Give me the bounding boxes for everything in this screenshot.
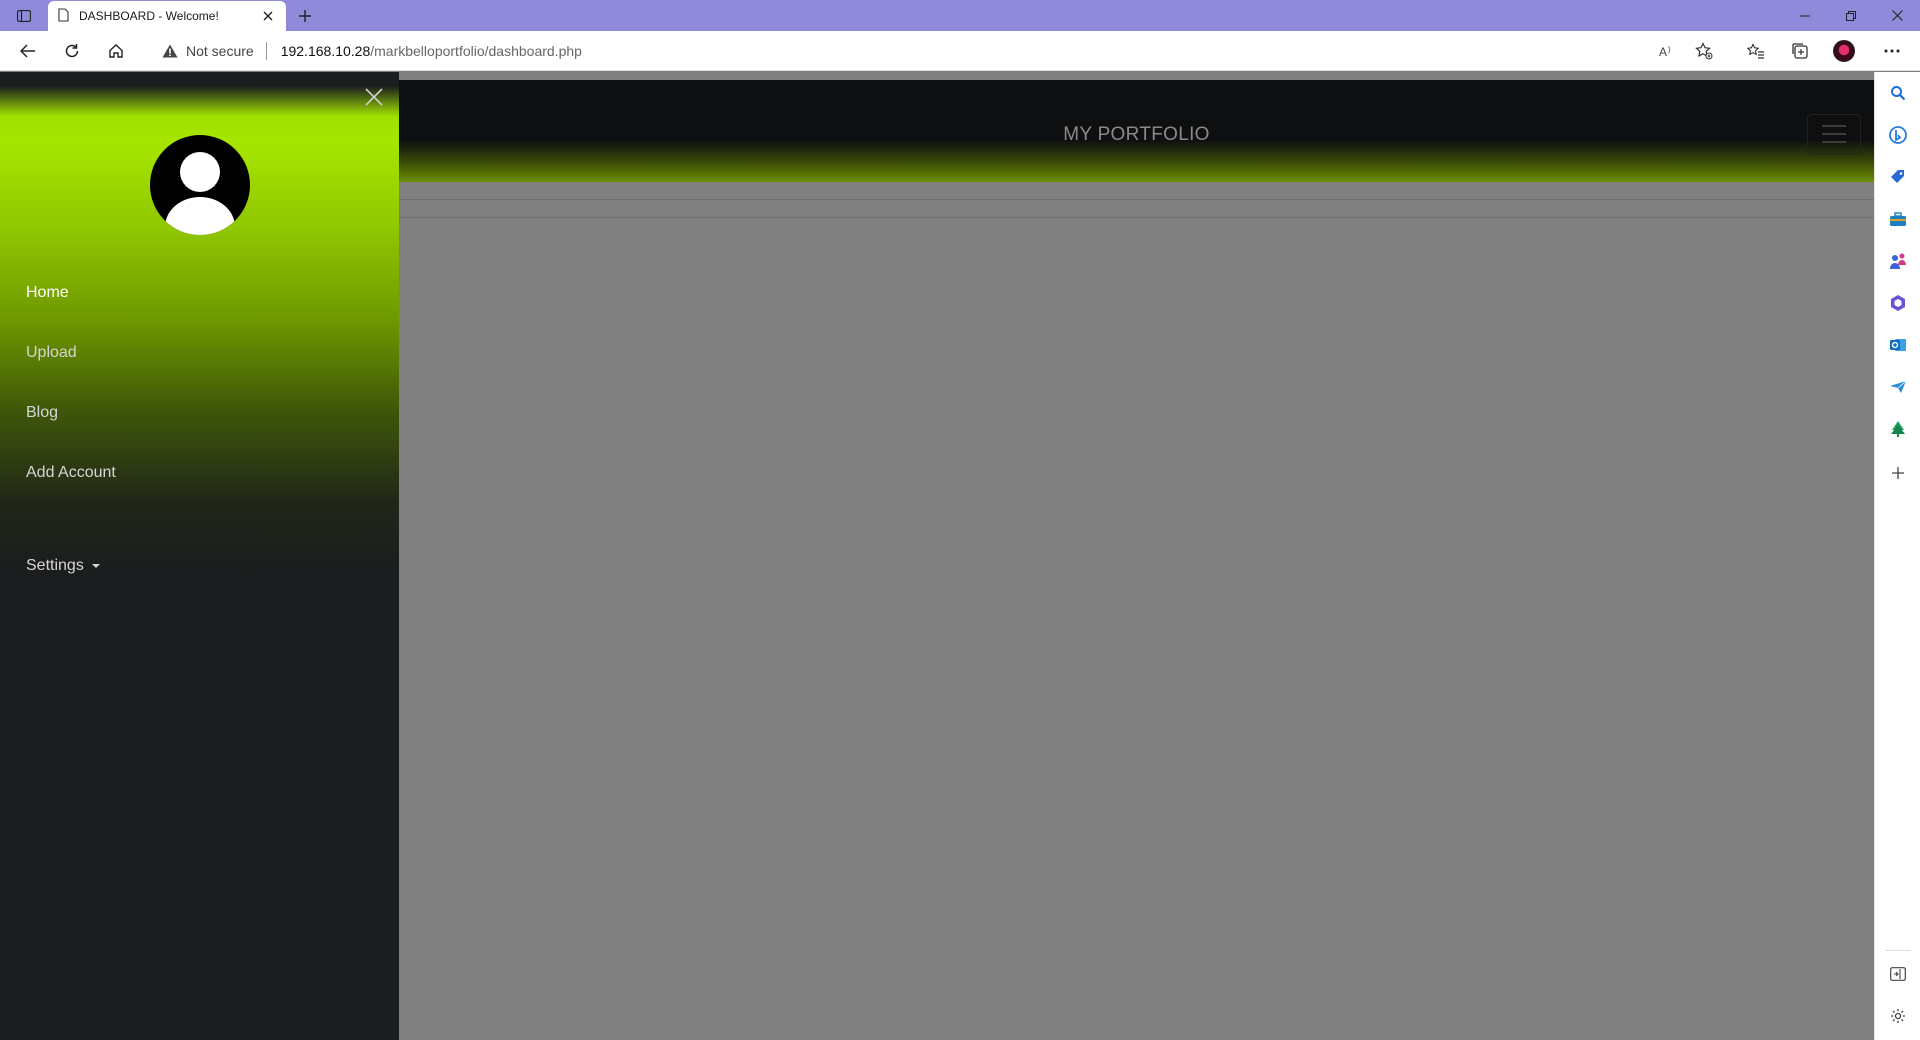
read-aloud-icon[interactable]: A): [1656, 39, 1680, 63]
office-icon[interactable]: [1887, 292, 1909, 314]
offcanvas-sidebar: Home Upload Blog Add Account Settings: [0, 72, 399, 1040]
divider-line: [399, 199, 1874, 200]
warning-icon: [162, 44, 178, 58]
security-label[interactable]: Not secure: [186, 43, 254, 59]
bing-chat-icon[interactable]: [1887, 124, 1909, 146]
new-tab-button[interactable]: [294, 6, 316, 26]
tab-title: DASHBOARD - Welcome!: [79, 9, 219, 23]
caret-down-icon: [91, 564, 100, 568]
svg-text:): ): [1668, 45, 1671, 54]
page-icon: [58, 7, 69, 25]
edge-sidebar: [1874, 72, 1920, 1040]
browser-toolbar: Not secure 192.168.10.28/markbelloportfo…: [0, 31, 1920, 71]
svg-text:A: A: [1659, 45, 1667, 58]
edge-sidebar-divider: [1885, 950, 1911, 951]
sidebar-item-home[interactable]: Home: [26, 284, 69, 302]
page-viewport: MY PORTFOLIO Home Upload Blog Add Accoun…: [0, 72, 1874, 1040]
profile-avatar-icon: [150, 135, 250, 235]
top-navbar: MY PORTFOLIO: [399, 80, 1874, 182]
refresh-icon[interactable]: [60, 39, 84, 63]
browser-tabstrip: DASHBOARD - Welcome!: [0, 0, 1920, 31]
minimize-icon[interactable]: [1782, 0, 1828, 31]
close-sidebar-icon[interactable]: [363, 86, 385, 108]
games-icon[interactable]: [1887, 250, 1909, 272]
tab-actions-icon[interactable]: [12, 7, 36, 25]
divider-line: [399, 217, 1874, 218]
collections-icon[interactable]: [1788, 39, 1812, 63]
favorites-icon[interactable]: [1744, 39, 1768, 63]
home-icon[interactable]: [104, 39, 128, 63]
navbar-brand[interactable]: MY PORTFOLIO: [399, 124, 1874, 146]
more-menu-icon[interactable]: [1880, 39, 1904, 63]
settings-dropdown[interactable]: Settings: [26, 557, 100, 575]
close-tab-icon[interactable]: [260, 8, 276, 24]
sidebar-item-blog[interactable]: Blog: [26, 404, 58, 422]
settings-gear-icon[interactable]: [1887, 1005, 1909, 1027]
url-path: /markbelloportfolio/dashboard.php: [370, 43, 582, 59]
close-window-icon[interactable]: [1874, 0, 1920, 31]
hamburger-menu-button[interactable]: [1807, 114, 1861, 154]
send-icon[interactable]: [1887, 376, 1909, 398]
shopping-tag-icon[interactable]: [1887, 166, 1909, 188]
address-bar[interactable]: Not secure 192.168.10.28/markbelloportfo…: [146, 35, 1726, 67]
search-icon[interactable]: [1887, 82, 1909, 104]
add-favorite-icon[interactable]: [1692, 39, 1716, 63]
sidebar-item-add-account[interactable]: Add Account: [26, 464, 116, 482]
tools-icon[interactable]: [1887, 208, 1909, 230]
profile-avatar[interactable]: [1832, 39, 1856, 63]
hide-sidebar-icon[interactable]: [1887, 963, 1909, 985]
settings-label: Settings: [26, 557, 84, 574]
restore-icon[interactable]: [1828, 0, 1874, 31]
add-icon[interactable]: [1887, 462, 1909, 484]
outlook-icon[interactable]: [1887, 334, 1909, 356]
sidebar-item-upload[interactable]: Upload: [26, 344, 77, 362]
tree-icon[interactable]: [1887, 418, 1909, 440]
address-separator: [265, 42, 267, 60]
browser-tab[interactable]: DASHBOARD - Welcome!: [48, 1, 286, 31]
back-icon[interactable]: [16, 39, 40, 63]
url-host: 192.168.10.28: [280, 43, 371, 59]
